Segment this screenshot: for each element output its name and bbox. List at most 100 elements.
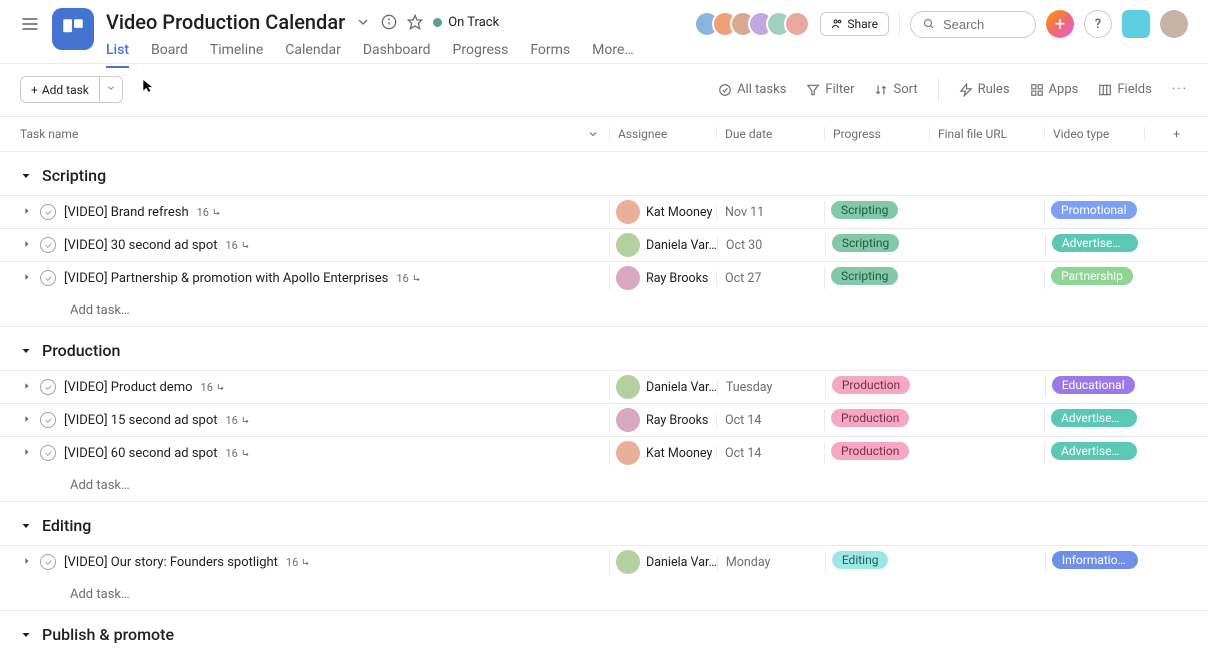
task-row[interactable]: [VIDEO] Partnership & promotion with Apo… bbox=[0, 261, 1208, 294]
due-date-cell[interactable]: Oct 30 bbox=[717, 238, 825, 253]
tab-calendar[interactable]: Calendar bbox=[285, 42, 341, 68]
add-task-button[interactable]: + Add task bbox=[20, 76, 100, 103]
rules-button[interactable]: Rules bbox=[959, 82, 1010, 97]
progress-cell[interactable]: Editing bbox=[825, 551, 930, 573]
project-title[interactable]: Video Production Calendar bbox=[106, 10, 345, 34]
complete-checkbox[interactable] bbox=[40, 270, 56, 286]
tab-progress[interactable]: Progress bbox=[453, 42, 509, 68]
due-date-cell[interactable]: Oct 27 bbox=[716, 271, 824, 286]
column-assignee[interactable]: Assignee bbox=[609, 127, 716, 141]
assignee-cell[interactable]: Kat Mooney bbox=[609, 441, 716, 465]
column-video-type[interactable]: Video type bbox=[1044, 127, 1144, 141]
progress-cell[interactable]: Scripting bbox=[824, 267, 929, 289]
project-icon[interactable] bbox=[52, 8, 94, 50]
project-members[interactable] bbox=[694, 11, 810, 37]
task-title[interactable]: [VIDEO] Partnership & promotion with Apo… bbox=[64, 271, 388, 286]
column-task-name[interactable]: Task name bbox=[0, 127, 609, 141]
more-actions[interactable]: ··· bbox=[1172, 82, 1188, 97]
expand-subtasks[interactable] bbox=[22, 555, 32, 570]
column-final-url[interactable]: Final file URL bbox=[929, 127, 1044, 141]
complete-checkbox[interactable] bbox=[40, 237, 56, 253]
share-button[interactable]: Share bbox=[820, 12, 889, 36]
progress-cell[interactable]: Production bbox=[824, 409, 929, 431]
add-task-dropdown[interactable] bbox=[100, 76, 123, 103]
tab-dashboard[interactable]: Dashboard bbox=[363, 42, 431, 68]
column-progress[interactable]: Progress bbox=[824, 127, 929, 141]
type-cell[interactable]: Informational bbox=[1045, 551, 1145, 573]
progress-cell[interactable]: Scripting bbox=[825, 234, 930, 256]
due-date-cell[interactable]: Nov 11 bbox=[716, 205, 824, 220]
complete-checkbox[interactable] bbox=[40, 204, 56, 220]
section-header[interactable]: Production bbox=[0, 327, 1208, 370]
tab-timeline[interactable]: Timeline bbox=[210, 42, 263, 68]
subtask-count[interactable]: 16 bbox=[396, 272, 422, 285]
assignee-cell[interactable]: Ray Brooks bbox=[609, 408, 716, 432]
chevron-down-icon[interactable] bbox=[587, 128, 599, 140]
column-due-date[interactable]: Due date bbox=[716, 127, 824, 141]
subtask-count[interactable]: 16 bbox=[197, 206, 223, 219]
task-title[interactable]: [VIDEO] 15 second ad spot bbox=[64, 413, 218, 428]
type-cell[interactable]: Advertisem… bbox=[1045, 234, 1145, 256]
type-cell[interactable]: Educational bbox=[1045, 376, 1145, 398]
progress-cell[interactable]: Production bbox=[825, 376, 930, 398]
due-date-cell[interactable]: Tuesday bbox=[717, 380, 825, 395]
subtask-count[interactable]: 16 bbox=[286, 556, 312, 569]
expand-subtasks[interactable] bbox=[22, 380, 32, 395]
task-row[interactable]: [VIDEO] Our story: Founders spotlight16 … bbox=[0, 545, 1208, 578]
task-title[interactable]: [VIDEO] 30 second ad spot bbox=[64, 238, 218, 253]
complete-checkbox[interactable] bbox=[40, 412, 56, 428]
star-icon[interactable] bbox=[407, 14, 423, 30]
sort-button[interactable]: Sort bbox=[874, 82, 917, 97]
tab-more[interactable]: More… bbox=[592, 42, 634, 68]
add-task-row[interactable]: Add task… bbox=[0, 578, 1208, 611]
complete-checkbox[interactable] bbox=[40, 554, 56, 570]
type-cell[interactable]: Partnership bbox=[1044, 267, 1144, 289]
subtask-count[interactable]: 16 bbox=[226, 414, 252, 427]
all-tasks-filter[interactable]: All tasks bbox=[718, 82, 786, 97]
type-cell[interactable]: Promotional bbox=[1044, 201, 1144, 223]
task-row[interactable]: [VIDEO] 60 second ad spot16 Kat MooneyOc… bbox=[0, 436, 1208, 469]
expand-subtasks[interactable] bbox=[22, 446, 32, 461]
task-title[interactable]: [VIDEO] Our story: Founders spotlight bbox=[64, 555, 278, 570]
complete-checkbox[interactable] bbox=[40, 379, 56, 395]
filter-button[interactable]: Filter bbox=[806, 82, 854, 97]
expand-subtasks[interactable] bbox=[22, 205, 32, 220]
section-header[interactable]: Scripting bbox=[0, 152, 1208, 195]
add-task-row[interactable]: Add task… bbox=[0, 294, 1208, 327]
assignee-cell[interactable]: Daniela Var… bbox=[609, 375, 717, 399]
expand-subtasks[interactable] bbox=[22, 413, 32, 428]
task-row[interactable]: [VIDEO] 30 second ad spot16 Daniela Var…… bbox=[0, 228, 1208, 261]
type-cell[interactable]: Advertisem… bbox=[1044, 409, 1144, 431]
expand-subtasks[interactable] bbox=[22, 238, 32, 253]
type-cell[interactable]: Advertisem… bbox=[1044, 442, 1144, 464]
due-date-cell[interactable]: Oct 14 bbox=[716, 413, 824, 428]
subtask-count[interactable]: 16 bbox=[201, 381, 227, 394]
expand-subtasks[interactable] bbox=[22, 271, 32, 286]
add-column-button[interactable]: + bbox=[1144, 127, 1208, 141]
profile-avatar[interactable] bbox=[1160, 10, 1188, 38]
task-row[interactable]: [VIDEO] 15 second ad spot 16 Ray BrooksOc… bbox=[0, 403, 1208, 436]
due-date-cell[interactable]: Monday bbox=[717, 555, 825, 570]
progress-cell[interactable]: Production bbox=[824, 442, 929, 464]
assignee-cell[interactable]: Kat Mooney bbox=[609, 200, 716, 224]
tab-forms[interactable]: Forms bbox=[530, 42, 570, 68]
assignee-cell[interactable]: Ray Brooks bbox=[609, 266, 716, 290]
due-date-cell[interactable]: Oct 14 bbox=[716, 446, 824, 461]
fields-button[interactable]: Fields bbox=[1098, 82, 1151, 97]
section-header[interactable]: Editing bbox=[0, 502, 1208, 545]
add-task-row[interactable]: Add task… bbox=[0, 469, 1208, 502]
global-add-button[interactable]: + bbox=[1046, 10, 1074, 38]
apps-button[interactable]: Apps bbox=[1030, 82, 1079, 97]
task-title[interactable]: [VIDEO] Brand refresh bbox=[64, 205, 189, 220]
complete-checkbox[interactable] bbox=[40, 445, 56, 461]
progress-cell[interactable]: Scripting bbox=[824, 201, 929, 223]
task-title[interactable]: [VIDEO] Product demo bbox=[64, 380, 193, 395]
task-title[interactable]: [VIDEO] 60 second ad spot bbox=[64, 446, 218, 461]
chevron-down-icon[interactable] bbox=[355, 14, 371, 30]
status-pill[interactable]: On Track bbox=[433, 15, 499, 30]
assignee-cell[interactable]: Daniela Var… bbox=[609, 233, 717, 257]
hamburger-menu[interactable] bbox=[20, 14, 40, 34]
tab-board[interactable]: Board bbox=[151, 42, 188, 68]
assignee-cell[interactable]: Daniela Var… bbox=[609, 550, 717, 574]
info-icon[interactable] bbox=[381, 14, 397, 30]
